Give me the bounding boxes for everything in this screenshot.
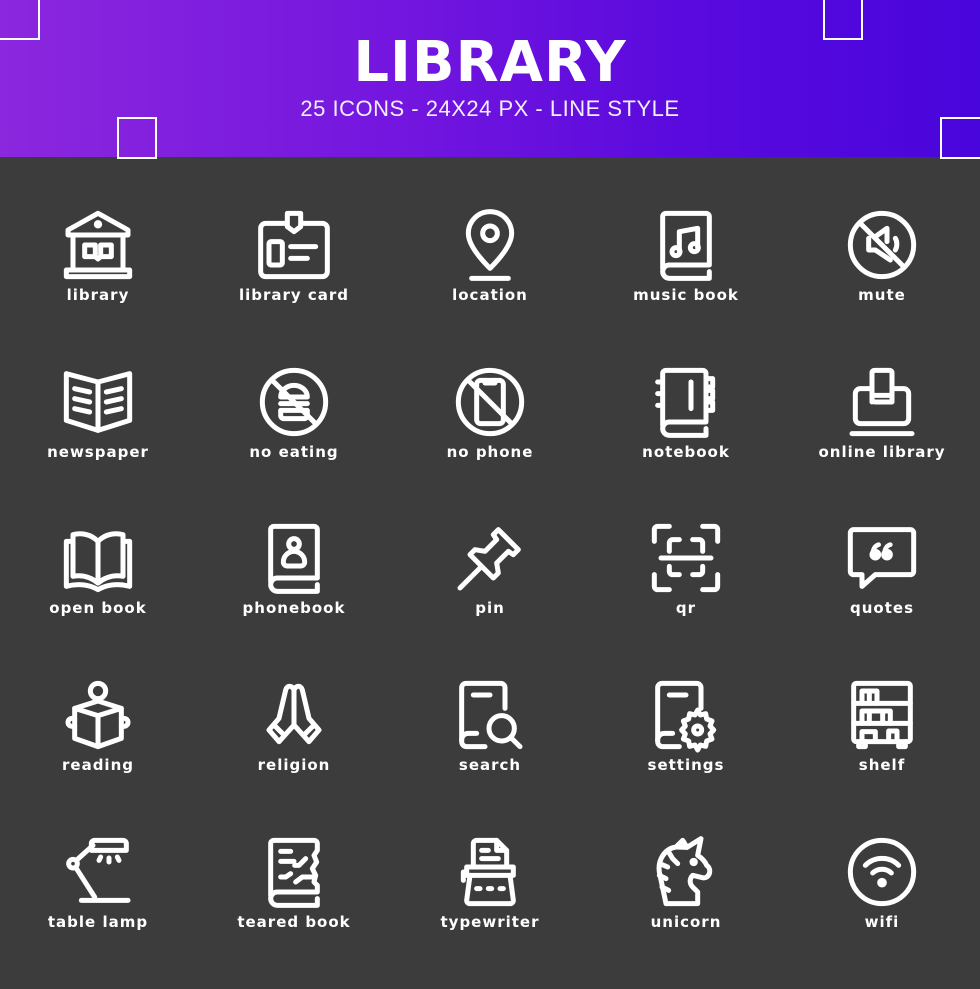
icon-cell-library-card: library card — [196, 205, 392, 362]
icon-label: open book — [49, 599, 147, 617]
notebook-icon — [655, 367, 716, 438]
contact-book-icon — [268, 523, 320, 594]
map-pin-icon — [465, 209, 515, 281]
icon-label: reading — [62, 756, 134, 774]
music-book-icon — [660, 210, 712, 281]
book-gear-icon — [655, 680, 717, 753]
icon-cell-phonebook: phonebook — [196, 518, 392, 675]
icon-cell-table-lamp: table lamp — [0, 832, 196, 989]
typewriter-icon — [460, 837, 516, 907]
icon-label: teared book — [237, 913, 351, 931]
icon-cell-library: library — [0, 205, 196, 362]
icon-cell-shelf: shelf — [784, 675, 980, 832]
push-pin-icon — [457, 527, 521, 591]
icon-label: wifi — [864, 913, 900, 931]
icon-cell-notebook: notebook — [588, 362, 784, 519]
icon-cell-no-eating: no eating — [196, 362, 392, 519]
speaker-muted-icon — [847, 210, 917, 280]
icon-cell-qr: qr — [588, 518, 784, 675]
icon-label: typewriter — [440, 913, 540, 931]
icon-label: shelf — [858, 756, 906, 774]
desk-lamp-icon — [66, 837, 131, 903]
quote-bubble-icon — [847, 527, 917, 589]
icon-cell-quotes: quotes — [784, 518, 980, 675]
icon-cell-newspaper: newspaper — [0, 362, 196, 519]
wifi-circle-icon — [847, 837, 917, 907]
id-card-icon — [258, 210, 330, 280]
icon-label: newspaper — [47, 443, 149, 461]
icon-label: library card — [238, 286, 350, 304]
laptop-book-icon — [849, 367, 915, 437]
icon-label: unicorn — [650, 913, 722, 931]
praying-hands-icon — [266, 683, 322, 745]
no-phone-icon — [455, 367, 525, 437]
newspaper-icon — [63, 371, 133, 433]
icon-label: table lamp — [47, 913, 149, 931]
icon-label: pin — [475, 599, 505, 617]
icon-cell-reading: reading — [0, 675, 196, 832]
icon-label: religion — [257, 756, 331, 774]
icon-label: settings — [647, 756, 725, 774]
icon-label: quotes — [850, 599, 914, 617]
icon-label: location — [452, 286, 528, 304]
icon-label: library — [66, 286, 130, 304]
icon-cell-teared-book: teared book — [196, 832, 392, 989]
icon-cell-settings: settings — [588, 675, 784, 832]
icon-cell-open-book: open book — [0, 518, 196, 675]
icon-cell-online-library: online library — [784, 362, 980, 519]
qr-scan-icon — [651, 523, 721, 593]
unicorn-icon — [656, 836, 713, 907]
icon-cell-religion: religion — [196, 675, 392, 832]
icon-cell-music-book: music book — [588, 205, 784, 362]
icon-label: online library — [818, 443, 946, 461]
icon-cell-search: search — [392, 675, 588, 832]
icon-label: no eating — [249, 443, 339, 461]
icon-cell-location: location — [392, 205, 588, 362]
icon-cell-pin: pin — [392, 518, 588, 675]
open-book-icon — [63, 531, 133, 593]
icon-cell-unicorn: unicorn — [588, 832, 784, 989]
icon-grid: library library card location music book — [0, 0, 980, 980]
torn-book-icon — [268, 837, 320, 908]
icon-cell-mute: mute — [784, 205, 980, 362]
book-search-icon — [459, 680, 523, 750]
person-reading-icon — [65, 680, 131, 750]
icon-cell-no-phone: no phone — [392, 362, 588, 519]
library-building-icon — [63, 210, 133, 280]
icon-label: music book — [633, 286, 739, 304]
icon-label: qr — [675, 599, 697, 617]
icon-label: search — [458, 756, 522, 774]
icon-label: notebook — [642, 443, 730, 461]
icon-cell-wifi: wifi — [784, 832, 980, 989]
icon-cell-typewriter: typewriter — [392, 832, 588, 989]
icon-label: phonebook — [242, 599, 346, 617]
no-burger-icon — [259, 367, 329, 437]
icon-label: mute — [858, 286, 906, 304]
icon-label: no phone — [446, 443, 534, 461]
bookshelf-icon — [851, 680, 913, 750]
